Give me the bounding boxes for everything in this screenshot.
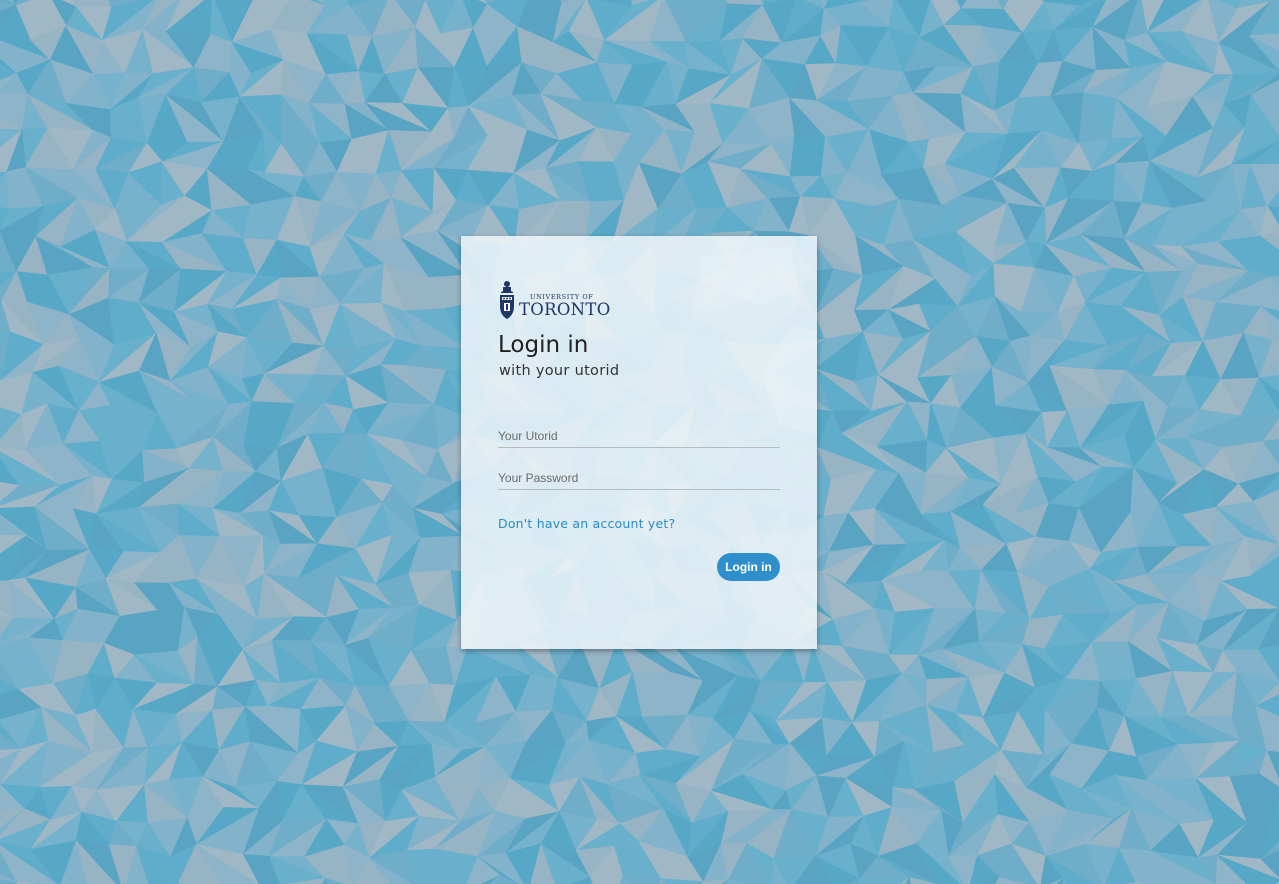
login-subtitle: with your utorid: [499, 363, 620, 379]
password-input[interactable]: [498, 468, 780, 490]
signup-link[interactable]: Don't have an account yet?: [498, 516, 675, 531]
background-tile: [960, 0, 1005, 10]
background-tile: [324, 0, 350, 6]
utorid-input[interactable]: [498, 426, 780, 448]
login-title: Login in: [498, 332, 589, 358]
university-of-toronto-logo: UNIVERSITY OF TORONTO: [498, 280, 618, 322]
login-card: UNIVERSITY OF TORONTO Login in with your…: [461, 236, 817, 649]
login-button[interactable]: Login in: [717, 553, 780, 581]
logo-toronto: TORONTO: [519, 300, 611, 319]
crest-icon: [500, 281, 514, 319]
